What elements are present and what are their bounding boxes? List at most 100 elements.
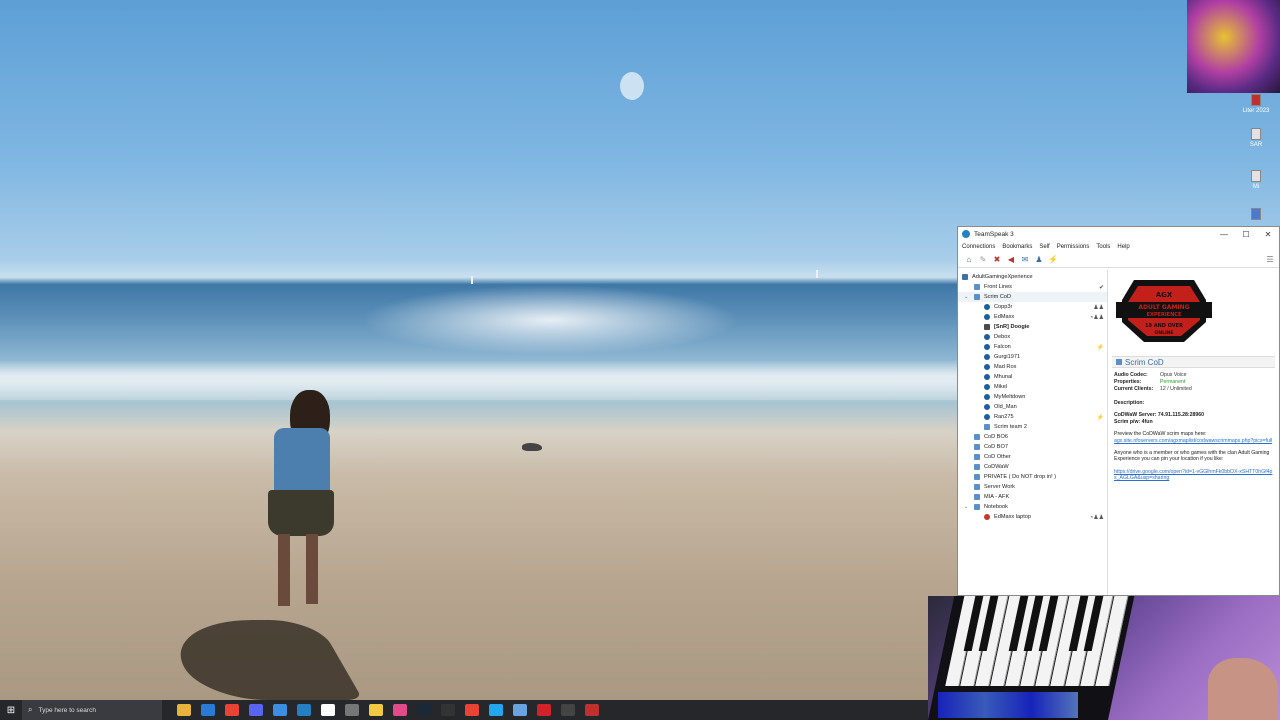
chrome-2-icon[interactable] [465,704,479,716]
channel-name: Server Work [984,484,1015,490]
channel-icon [974,484,980,490]
vscode-icon[interactable] [489,704,503,716]
away-icon[interactable]: ✎ [978,255,988,265]
teamspeak-icon[interactable] [297,704,311,716]
search-box[interactable]: ⌕ Type here to search [22,700,162,720]
client-row[interactable]: [SnR] Doogie [958,322,1107,332]
wallpaper-shadow [156,620,364,700]
channel-icon [984,424,990,430]
client-row[interactable]: EdMaxx ◔♟♟ [958,312,1107,322]
client-icon [984,334,990,340]
epic-icon[interactable] [441,704,455,716]
subscribe-icon[interactable]: ⚡ [1048,255,1058,265]
acrobat-icon[interactable] [537,704,551,716]
client-icon [984,314,990,320]
whisper-icon[interactable]: ✉ [1020,255,1030,265]
channel-icon [974,454,980,460]
client-row[interactable]: Falcon ⚡ [958,342,1107,352]
desktop-icon-label: Liter 2023 [1242,108,1270,114]
client-flags-icon: ✔ [1098,284,1104,291]
itunes-icon[interactable] [393,704,407,716]
notepad-icon[interactable] [345,704,359,716]
server-row[interactable]: AdultGamingeXperience [958,272,1107,282]
client-row[interactable]: Ran275 ⚡ [958,412,1107,422]
channel-row[interactable]: PRIVATE ( Do NOT drop in! ) [958,472,1107,482]
settings-icon[interactable]: ☰ [1265,255,1275,265]
menu-bar: Connections Bookmarks Self Permissions T… [958,241,1279,252]
channel-name: Scrim team 2 [994,424,1027,430]
wallpaper-bird [522,443,542,451]
channel-row[interactable]: CoD BO6 [958,432,1107,442]
client-row[interactable]: Mhunal [958,372,1107,382]
desktop-icon[interactable] [1238,208,1274,222]
search-icon: ⌕ [28,705,33,714]
channel-icon [974,494,980,500]
menu-self[interactable]: Self [1039,244,1049,250]
steam-icon[interactable] [417,704,431,716]
client-row[interactable]: Mikel [958,382,1107,392]
client-row[interactable]: Gurgi1971 [958,352,1107,362]
client-row[interactable]: MyMeltdown [958,392,1107,402]
client-name: Copp3r [994,304,1013,310]
menu-connections[interactable]: Connections [962,244,995,250]
client-flags-icon: ⚡ [1096,344,1104,351]
client-name: Gurgi1971 [994,354,1021,360]
desktop-icon[interactable]: SAR [1238,128,1274,148]
client-row[interactable]: Debox [958,332,1107,342]
mute-mic-icon[interactable]: ✖ [992,255,1002,265]
desktop-thumbnail-image[interactable] [1187,0,1280,93]
title-bar[interactable]: TeamSpeak 3 — ☐ ✕ [958,227,1279,241]
connect-icon[interactable]: ⌂ [964,255,974,265]
discord-icon[interactable] [249,704,263,716]
menu-tools[interactable]: Tools [1096,244,1110,250]
client-name: Old_Man [994,404,1017,410]
file-explorer-icon[interactable] [177,704,191,716]
calculator-icon[interactable] [513,704,527,716]
mail-icon[interactable] [201,704,215,716]
menu-permissions[interactable]: Permissions [1057,244,1090,250]
gauge-icon[interactable] [585,704,599,716]
info-description: CoDWaW Server: 74.91.115.28:28960 Scrim … [1114,412,1205,425]
channel-row[interactable]: Server Work [958,482,1107,492]
client-row[interactable]: EdMaxx laptop ◔♟♟ [958,512,1107,522]
channel-row[interactable]: MIA - AFK [958,492,1107,502]
close-button[interactable]: ✕ [1257,230,1279,239]
contacts-icon[interactable]: ♟ [1034,255,1044,265]
client-row[interactable]: Old_Man [958,402,1107,412]
client-flags-icon: ♟♟ [1093,304,1104,311]
channel-row[interactable]: Scrim team 2 [958,422,1107,432]
teamspeak-icon [962,230,970,238]
server-icon [962,274,968,280]
chrome-icon[interactable] [225,704,239,716]
channel-row[interactable]: CoD Other [958,452,1107,462]
channel-row[interactable]: ⌄ Notebook [958,502,1107,512]
info-description-label: Description: [1114,400,1145,406]
desktop-icon[interactable]: Liter 2023 [1238,94,1274,114]
expand-arrow-icon[interactable]: ⌄ [964,504,968,510]
expand-arrow-icon[interactable]: ⌄ [964,294,968,300]
channel-row[interactable]: ⌄ Scrim CoD [958,292,1107,302]
channel-icon [974,434,980,440]
mute-speakers-icon[interactable]: ◀ [1006,255,1016,265]
channel-icon [974,504,980,510]
client-row[interactable]: Copp3r ♟♟ [958,302,1107,312]
minimize-button[interactable]: — [1213,230,1235,239]
svg-text:AGX: AGX [1156,291,1173,299]
client-name: Mad Rox [994,364,1017,370]
obs-icon[interactable] [561,704,575,716]
client-row[interactable]: Mad Rox [958,362,1107,372]
channel-row[interactable]: Front Lines ✔ [958,282,1107,292]
menu-help[interactable]: Help [1117,244,1129,250]
channel-row[interactable]: CoDWaW [958,462,1107,472]
start-button[interactable]: ⊞ [0,700,22,720]
photos-icon[interactable] [273,704,287,716]
drive-link[interactable]: https://drive.google.com/open?id=1-vGGlh… [1114,469,1272,481]
maps-link[interactable]: agx.site.nfoservers.com/agxmaplist/codwa… [1114,438,1272,444]
malwarebytes-icon[interactable] [321,704,335,716]
menu-bookmarks[interactable]: Bookmarks [1002,244,1032,250]
client-icon [984,404,990,410]
pencil-icon[interactable] [369,704,383,716]
maximize-button[interactable]: ☐ [1235,230,1257,239]
channel-row[interactable]: CoD BO7 [958,442,1107,452]
desktop-icon[interactable]: Mi [1238,170,1274,190]
